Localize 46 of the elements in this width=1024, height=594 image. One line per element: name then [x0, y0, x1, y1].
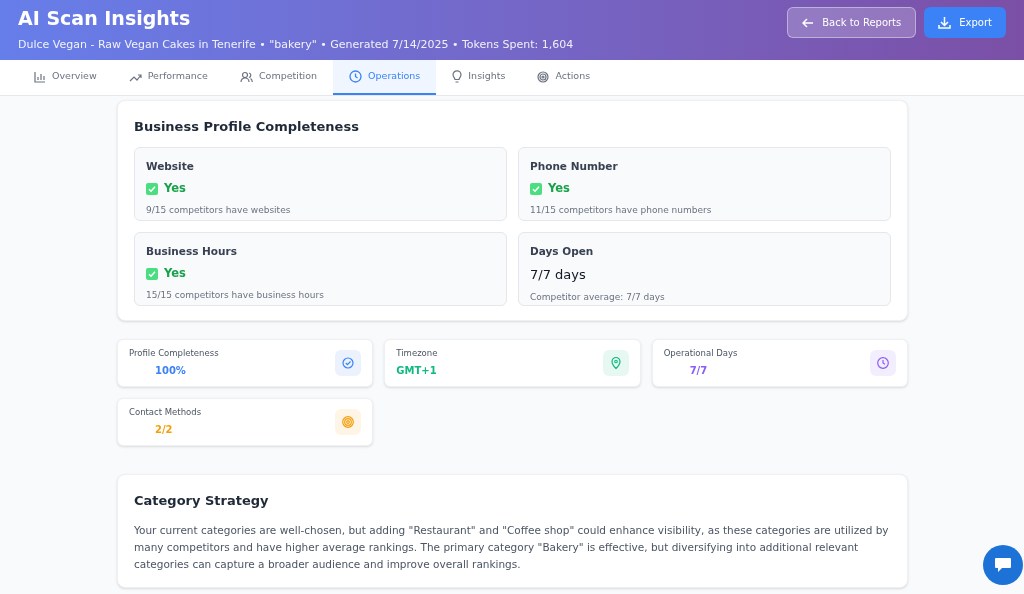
- tab[interactable]: Actions: [521, 60, 607, 95]
- status-value: Yes: [164, 180, 186, 198]
- strategy-text: Your current categories are well-chosen, but adding "Restaurant" and "Coffee shop" could enhance visibility, as these categories are utilized by many competitors and have higher average rankings. The primary category "Bakery" is effective, but diversifying into additional relevant categories can capture a broader audience and improve overall rankings.: [134, 523, 890, 572]
- chat-button[interactable]: [983, 545, 1023, 585]
- item-label: Phone Number: [530, 158, 619, 174]
- item-note: 15/15 competitors have business hours: [146, 288, 325, 302]
- stat-value: GMT+1: [396, 364, 438, 379]
- users-icon: [239, 70, 253, 83]
- tab[interactable]: Performance: [112, 60, 224, 95]
- tab[interactable]: Insights: [436, 60, 522, 95]
- check-circle-icon: [341, 355, 356, 370]
- page-title: AI Scan Insights: [18, 6, 192, 31]
- stat-label: Timezone: [396, 346, 438, 360]
- tab[interactable]: Competition: [223, 60, 334, 95]
- bar-chart-icon: [34, 70, 46, 83]
- item-label: Website: [146, 158, 195, 174]
- clock-icon: [876, 355, 890, 370]
- lightbulb-icon: [452, 70, 463, 83]
- page-subtitle: Dulce Vegan - Raw Vegan Cakes in Tenerife • "bakery" • Generated 7/14/2025 • Tokens Spent: 1,604: [18, 36, 574, 53]
- item-label: Days Open: [530, 243, 595, 259]
- chat-icon: [994, 557, 1012, 573]
- stat-value: 100%: [154, 364, 187, 379]
- status-value: Yes: [164, 265, 186, 283]
- item-note: Competitor average: 7/7 days: [530, 290, 666, 304]
- stat-value: 7/7: [688, 364, 709, 379]
- stat-label: Contact Methods: [129, 405, 202, 419]
- section-title: Category Strategy: [134, 491, 270, 510]
- item-note: 9/15 competitors have websites: [146, 203, 292, 217]
- stat-label: Profile Completeness: [129, 346, 219, 360]
- section-title: Business Profile Completeness: [134, 118, 360, 136]
- arrow-left-icon: [802, 16, 815, 29]
- export-button[interactable]: Export: [924, 7, 1006, 38]
- target-icon: [341, 414, 356, 429]
- tab[interactable]: Operations: [333, 60, 437, 95]
- target-icon: [537, 70, 550, 83]
- download-icon: [938, 16, 952, 29]
- item-label: Business Hours: [146, 243, 238, 259]
- stat-value: 2/2: [154, 423, 174, 438]
- map-pin-icon: [608, 355, 623, 370]
- tab[interactable]: Overview: [18, 60, 113, 95]
- status-value: Yes: [548, 180, 570, 198]
- stat-label: Operational Days: [663, 346, 738, 360]
- clock-icon: [349, 70, 363, 83]
- item-note: 11/15 competitors have phone numbers: [530, 203, 713, 217]
- back-button[interactable]: Back to Reports: [787, 7, 917, 38]
- item-value: 7/7 days: [530, 266, 586, 285]
